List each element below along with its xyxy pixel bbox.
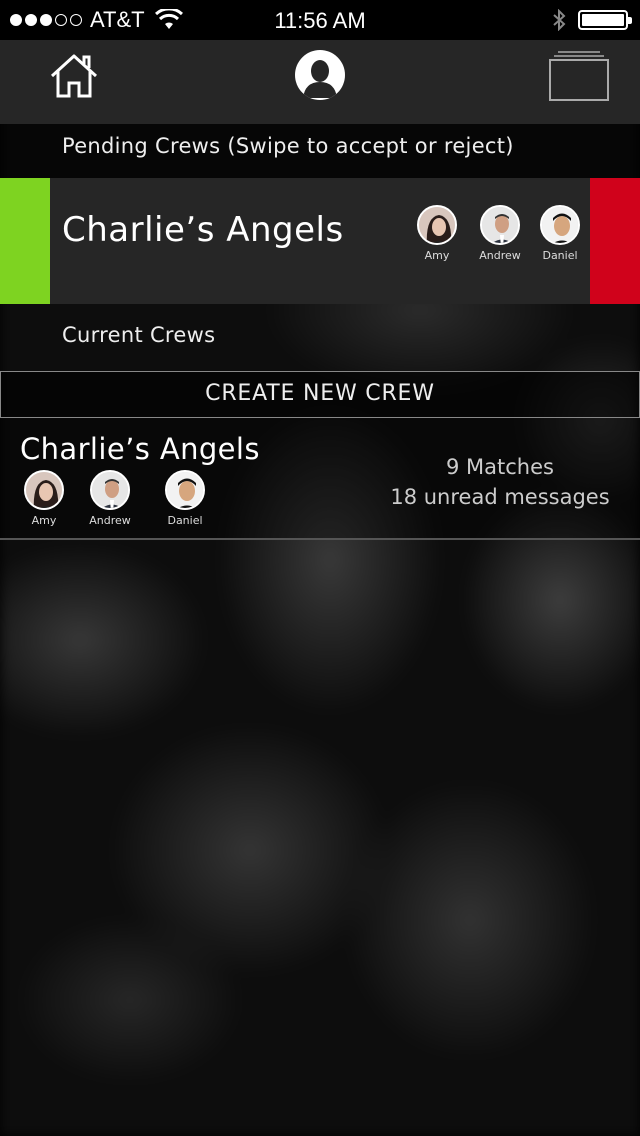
member-name: Amy [31,514,57,527]
matches-count: 9 Matches [446,455,554,479]
current-crew-item[interactable]: Charlie’s Angels Amy Andrew Daniel 9 Mat… [0,418,640,540]
member-name: Andrew [479,249,521,262]
unread-messages-count: 18 unread messages [390,485,610,509]
member-avatar-daniel: Daniel [155,470,215,527]
current-crews-label: Current Crews [62,323,216,347]
avatar [165,470,205,510]
member-avatar-amy: Amy [14,470,74,527]
pending-crew-row[interactable]: Charlie’s Angels Amy Andrew Daniel [0,178,640,304]
accept-swipe-indicator[interactable] [0,178,50,304]
member-avatar-amy: Amy [407,205,467,262]
member-name: Amy [424,249,450,262]
member-avatar-andrew: Andrew [80,470,140,527]
pending-crew-title: Charlie’s Angels [62,210,344,250]
avatar [90,470,130,510]
member-name: Daniel [167,514,203,527]
member-avatar-andrew: Andrew [470,205,530,262]
reject-swipe-indicator[interactable] [590,178,640,304]
avatar [417,205,457,245]
avatar [480,205,520,245]
profile-icon[interactable] [295,50,345,100]
bluetooth-icon [553,9,566,31]
member-name: Daniel [542,249,578,262]
member-name: Andrew [89,514,131,527]
status-bar: AT&T 11:56 AM [0,0,640,40]
status-time: 11:56 AM [274,8,366,33]
avatar [24,470,64,510]
crew-stats: 9 Matches 18 unread messages [380,452,620,512]
cards-icon[interactable] [548,50,610,102]
battery-icon [578,10,632,30]
nav-bar [0,40,640,124]
pending-crews-label: Pending Crews (Swipe to accept or reject… [62,134,514,158]
create-new-crew-button[interactable]: CREATE NEW CREW [0,371,640,418]
crew-title: Charlie’s Angels [20,432,260,466]
avatar [540,205,580,245]
home-icon[interactable] [48,52,100,100]
member-avatar-daniel: Daniel [530,205,590,262]
